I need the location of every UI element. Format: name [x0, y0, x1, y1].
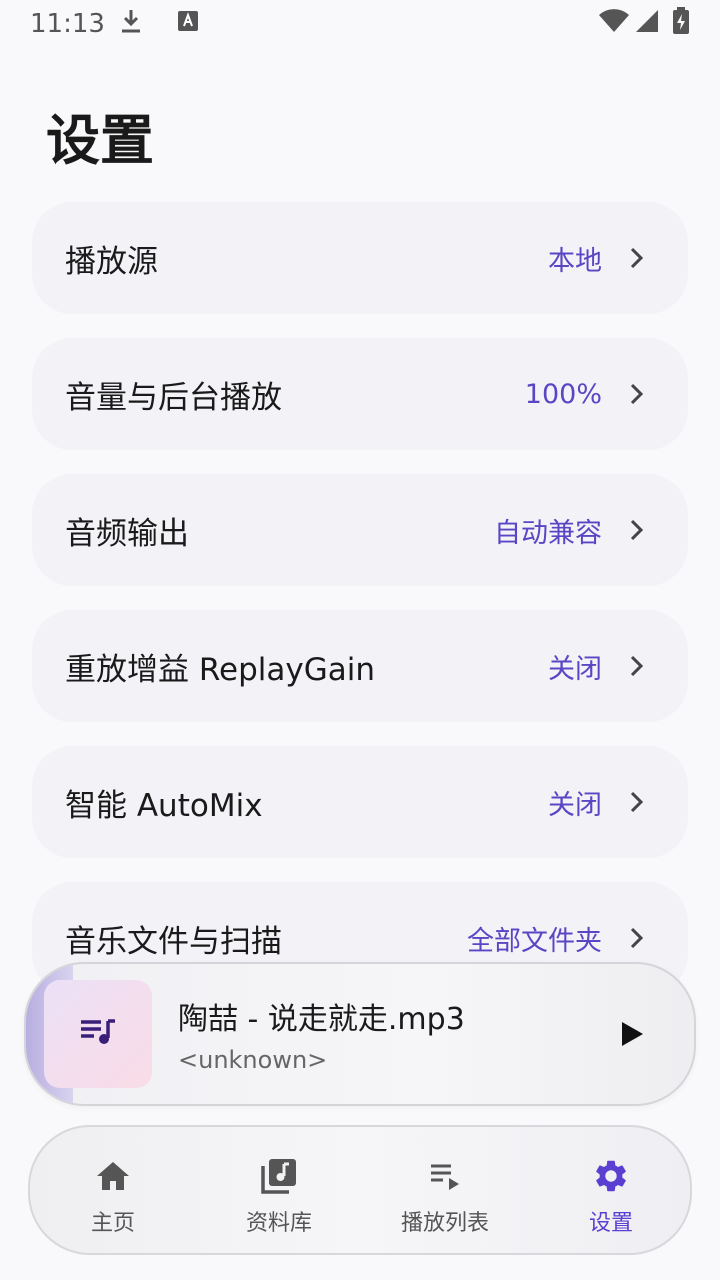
- album-cover: [44, 980, 152, 1088]
- setting-label: 音频输出: [65, 515, 189, 552]
- chevron-right-icon: [624, 382, 648, 406]
- home-icon: [94, 1157, 132, 1195]
- library-music-icon: [260, 1157, 298, 1195]
- signal-icon: [634, 8, 660, 41]
- queue-music-icon: [79, 1017, 117, 1051]
- chevron-right-icon: [624, 654, 648, 678]
- nav-label: 设置: [588, 1211, 633, 1236]
- setting-replaygain[interactable]: 重放增益 ReplayGain 关闭: [32, 610, 688, 722]
- settings-list: 播放源 本地 音量与后台播放 100% 音频输出 自动兼容 重放增益 Repla…: [32, 202, 688, 1018]
- setting-value: 关闭: [548, 653, 602, 685]
- track-artist: <unknown>: [178, 1046, 328, 1074]
- setting-label: 音量与后台播放: [65, 379, 282, 416]
- setting-audio-output[interactable]: 音频输出 自动兼容: [32, 474, 688, 586]
- nav-label: 主页: [90, 1211, 135, 1236]
- wifi-icon: [598, 8, 630, 41]
- setting-automix[interactable]: 智能 AutoMix 关闭: [32, 746, 688, 858]
- track-info: 陶喆 - 说走就走.mp3 <unknown>: [178, 994, 465, 1074]
- status-bar: 11:13: [0, 0, 720, 48]
- setting-value: 关闭: [548, 789, 602, 821]
- chevron-right-icon: [624, 790, 648, 814]
- nav-label: 播放列表: [400, 1211, 489, 1236]
- setting-value: 100%: [524, 378, 602, 410]
- nav-item-library[interactable]: 资料库: [219, 1157, 339, 1237]
- download-icon: [119, 8, 143, 41]
- play-button[interactable]: [610, 1012, 654, 1056]
- play-icon: [622, 1022, 643, 1046]
- nav-item-home[interactable]: 主页: [53, 1157, 173, 1237]
- bottom-navigation: 主页 资料库 播放列表 设置: [28, 1125, 692, 1255]
- setting-volume-background[interactable]: 音量与后台播放 100%: [32, 338, 688, 450]
- setting-playback-source[interactable]: 播放源 本地: [32, 202, 688, 314]
- setting-value: 本地: [548, 245, 602, 277]
- setting-label: 音乐文件与扫描: [65, 923, 282, 960]
- track-title: 陶喆 - 说走就走.mp3: [178, 1002, 465, 1037]
- nav-item-settings[interactable]: 设置: [551, 1157, 671, 1237]
- setting-label: 重放增益 ReplayGain: [65, 651, 375, 688]
- nav-label: 资料库: [245, 1211, 312, 1236]
- chevron-right-icon: [624, 926, 648, 950]
- mini-player[interactable]: 陶喆 - 说走就走.mp3 <unknown>: [24, 962, 696, 1106]
- keyboard-a-icon: [177, 9, 199, 39]
- gear-icon: [592, 1157, 630, 1195]
- chevron-right-icon: [624, 518, 648, 542]
- page-title: 设置: [46, 109, 154, 172]
- chevron-right-icon: [624, 246, 648, 270]
- nav-item-playlist[interactable]: 播放列表: [385, 1157, 505, 1237]
- status-time: 11:13: [30, 9, 105, 39]
- playlist-play-icon: [426, 1157, 464, 1195]
- battery-charging-icon: [672, 6, 690, 42]
- setting-value: 自动兼容: [494, 517, 602, 549]
- setting-label: 智能 AutoMix: [65, 787, 263, 824]
- setting-value: 全部文件夹: [467, 925, 602, 957]
- setting-label: 播放源: [65, 243, 158, 280]
